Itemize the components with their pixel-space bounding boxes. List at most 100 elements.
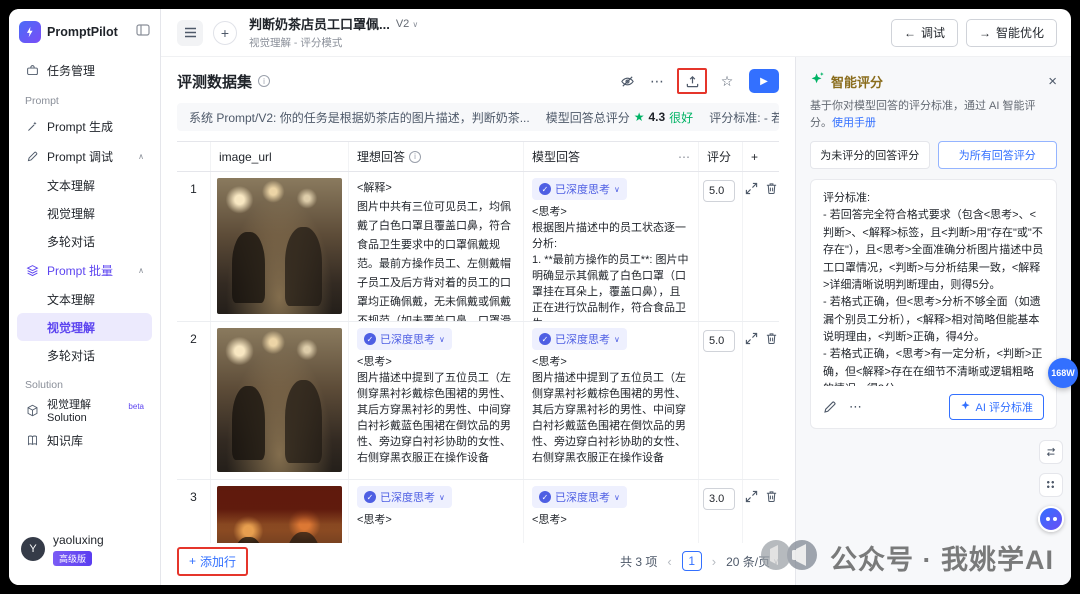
plan-badge: 高级版 — [53, 551, 93, 566]
model-answer-cell[interactable]: ✓ 已深度思考 ∨ <思考> 图片描述中提到了五位员工（左侧穿黑衬衫戴棕色围裙的男性… — [524, 322, 699, 479]
criteria-preview[interactable]: 评分标准: - 若回答完全符合格... — [709, 109, 779, 126]
assistant-button[interactable] — [1038, 506, 1064, 532]
sidebar-collapse-icon[interactable] — [136, 23, 150, 41]
score-input[interactable]: 5.0 — [703, 330, 735, 352]
prev-page-button[interactable]: ‹ — [667, 554, 671, 569]
sidebar-item-label: 任务管理 — [47, 63, 96, 78]
ideal-answer-cell[interactable]: ✓ 已深度思考 ∨ <思考> — [349, 480, 524, 543]
menu-button[interactable] — [177, 19, 203, 46]
compare-view-button[interactable] — [1039, 440, 1063, 464]
ideal-answer-cell[interactable]: ✓ 已深度思考 ∨ <思考> 图片描述中提到了五位员工（左侧穿黑衬衫戴棕色围裙的男性… — [349, 322, 524, 479]
table-header: image_url 理想回答 i 模型回答 ⋯ 评分 + — [177, 142, 779, 172]
chevron-up-icon: ∧ — [138, 265, 144, 275]
sidebar-item-knowledge-base[interactable]: 知识库 — [17, 425, 152, 455]
new-task-button[interactable]: + — [213, 20, 237, 45]
hide-column-button[interactable] — [619, 73, 635, 89]
sidebar-section-prompt: Prompt — [25, 95, 59, 107]
more-options-button[interactable]: ⋯ — [649, 73, 665, 89]
book-icon — [25, 433, 39, 447]
column-image-url[interactable]: image_url — [211, 142, 349, 171]
chevron-down-icon: ∨ — [412, 19, 419, 29]
next-page-button[interactable]: › — [712, 554, 716, 569]
column-menu-button[interactable]: ⋯ — [678, 150, 690, 164]
sidebar-item-debug-text[interactable]: 文本理解 — [17, 171, 152, 199]
score-all-button[interactable]: 为所有回答评分 — [937, 141, 1057, 169]
page-number[interactable]: 1 — [681, 551, 702, 571]
check-icon: ✓ — [364, 333, 376, 345]
expand-row-button[interactable] — [745, 332, 758, 345]
ai-criteria-button[interactable]: AI 评分标准 — [948, 394, 1044, 420]
delete-row-button[interactable] — [765, 490, 778, 503]
deep-think-badge[interactable]: ✓ 已深度思考 ∨ — [532, 486, 627, 508]
delete-row-button[interactable] — [765, 182, 778, 195]
delete-row-button[interactable] — [765, 332, 778, 345]
dataset-image[interactable] — [217, 328, 342, 472]
smart-optimize-button[interactable]: → 智能优化 — [965, 18, 1057, 47]
system-prompt-preview[interactable]: 系统 Prompt/V2: 你的任务是根据奶茶店的图片描述，判断奶茶... — [189, 109, 530, 126]
sidebar-item-debug-multiturn[interactable]: 多轮对话 — [17, 227, 152, 255]
sidebar-item-batch-multiturn[interactable]: 多轮对话 — [17, 341, 152, 369]
upload-button[interactable] — [684, 73, 700, 89]
arrow-left-icon: ← — [903, 25, 916, 40]
add-row-button[interactable]: + 添加行 — [183, 551, 242, 572]
ideal-answer-cell[interactable]: <解释> 图片中共有三位可见员工，均佩戴了白色口罩且覆盖口鼻，符合食品卫生要求中… — [349, 172, 524, 321]
sidebar-item-label: Prompt 调试 — [47, 149, 114, 164]
dataset-image[interactable] — [217, 178, 342, 314]
deep-think-badge[interactable]: ✓ 已深度思考 ∨ — [357, 328, 452, 350]
info-icon[interactable]: i — [258, 75, 271, 87]
sidebar-item-prompt-gen[interactable]: Prompt 生成 — [17, 111, 152, 141]
arrow-right-icon: → — [978, 25, 991, 40]
deep-think-badge[interactable]: ✓ 已深度思考 ∨ — [532, 178, 627, 200]
sidebar-item-prompt-batch[interactable]: Prompt 批量 ∧ — [17, 255, 152, 285]
ai-sparkle-icon — [960, 400, 971, 414]
user-row[interactable]: Y yaoluxing 高级版 — [17, 525, 152, 573]
main-area: + 判断奶茶店员工口罩佩... V2 ∨ 视觉理解 - 评分模式 ← 调试 → — [161, 9, 1071, 585]
sidebar-item-label: 视觉理解 Solution — [47, 399, 91, 424]
dataset-image[interactable] — [217, 486, 342, 543]
deep-think-badge[interactable]: ✓ 已深度思考 ∨ — [532, 328, 627, 350]
sidebar-item-batch-vision[interactable]: 视觉理解 — [17, 313, 152, 341]
expand-row-button[interactable] — [745, 490, 758, 503]
row-index-column — [177, 142, 211, 171]
debug-button[interactable]: ← 调试 — [890, 18, 958, 47]
sidebar-item-label: 视觉理解 — [47, 206, 96, 221]
sidebar-item-task-management[interactable]: 任务管理 — [17, 55, 152, 85]
score-cell: 5.0 — [699, 322, 743, 479]
edit-criteria-button[interactable] — [823, 400, 837, 414]
run-button[interactable]: ▶ — [749, 69, 779, 93]
criteria-text[interactable]: 评分标准: - 若回答完全符合格式要求（包含<思考>、<判断>、<解释>标签，且… — [823, 190, 1044, 386]
score-unscored-button[interactable]: 为未评分的回答评分 — [810, 141, 930, 169]
smart-scoring-panel: 智能评分 × 基于你对模型回答的评分标准，通过 AI 智能评分。使用手册 为未评… — [795, 57, 1071, 585]
column-model-answer[interactable]: 模型回答 ⋯ — [524, 142, 699, 171]
sidebar-item-vision-solution[interactable]: 视觉理解 Solution beta — [17, 395, 152, 425]
sidebar-item-batch-text[interactable]: 文本理解 — [17, 285, 152, 313]
version-select[interactable]: V2 ∨ — [396, 18, 418, 30]
model-answer-cell[interactable]: ✓ 已深度思考 ∨ <思考> — [524, 480, 699, 543]
manual-link[interactable]: 使用手册 — [832, 117, 876, 129]
megaphone-icon — [758, 537, 820, 578]
score-input[interactable]: 3.0 — [703, 488, 735, 510]
counter-badge[interactable]: 168W — [1048, 358, 1078, 388]
model-answer-cell[interactable]: ✓ 已深度思考 ∨ <思考> 根据图片描述中的员工状态逐一分析: 1. **最前方操… — [524, 172, 699, 321]
sidebar-item-label: 文本理解 — [47, 292, 96, 307]
score-input[interactable]: 5.0 — [703, 180, 735, 202]
column-score[interactable]: 评分 — [699, 142, 743, 171]
briefcase-icon — [25, 63, 39, 77]
expand-row-button[interactable] — [745, 182, 758, 195]
play-icon: ▶ — [760, 75, 768, 87]
sidebar-item-prompt-debug[interactable]: Prompt 调试 ∧ — [17, 141, 152, 171]
table-footer: + 添加行 共 3 项 ‹ 1 › 20 条/页∨ — [177, 543, 779, 579]
row-image-cell — [211, 322, 349, 479]
add-column-button[interactable]: + — [743, 142, 779, 171]
sidebar-item-debug-vision[interactable]: 视觉理解 — [17, 199, 152, 227]
column-ideal-answer[interactable]: 理想回答 i — [349, 142, 524, 171]
close-panel-button[interactable]: × — [1048, 74, 1057, 89]
grid-dots-icon — [1046, 480, 1056, 490]
dataset-table: image_url 理想回答i 模型回答⋯ 评分 + 1 <解释> 图片中共 — [177, 141, 779, 543]
brand-row: PromptPilot — [17, 19, 152, 55]
apps-grid-button[interactable] — [1039, 473, 1063, 497]
task-title: 判断奶茶店员工口罩佩... — [249, 17, 390, 32]
deep-think-badge[interactable]: ✓ 已深度思考 ∨ — [357, 486, 452, 508]
criteria-more-button[interactable]: ⋯ — [849, 399, 862, 415]
favorite-button[interactable]: ☆ — [719, 73, 735, 89]
